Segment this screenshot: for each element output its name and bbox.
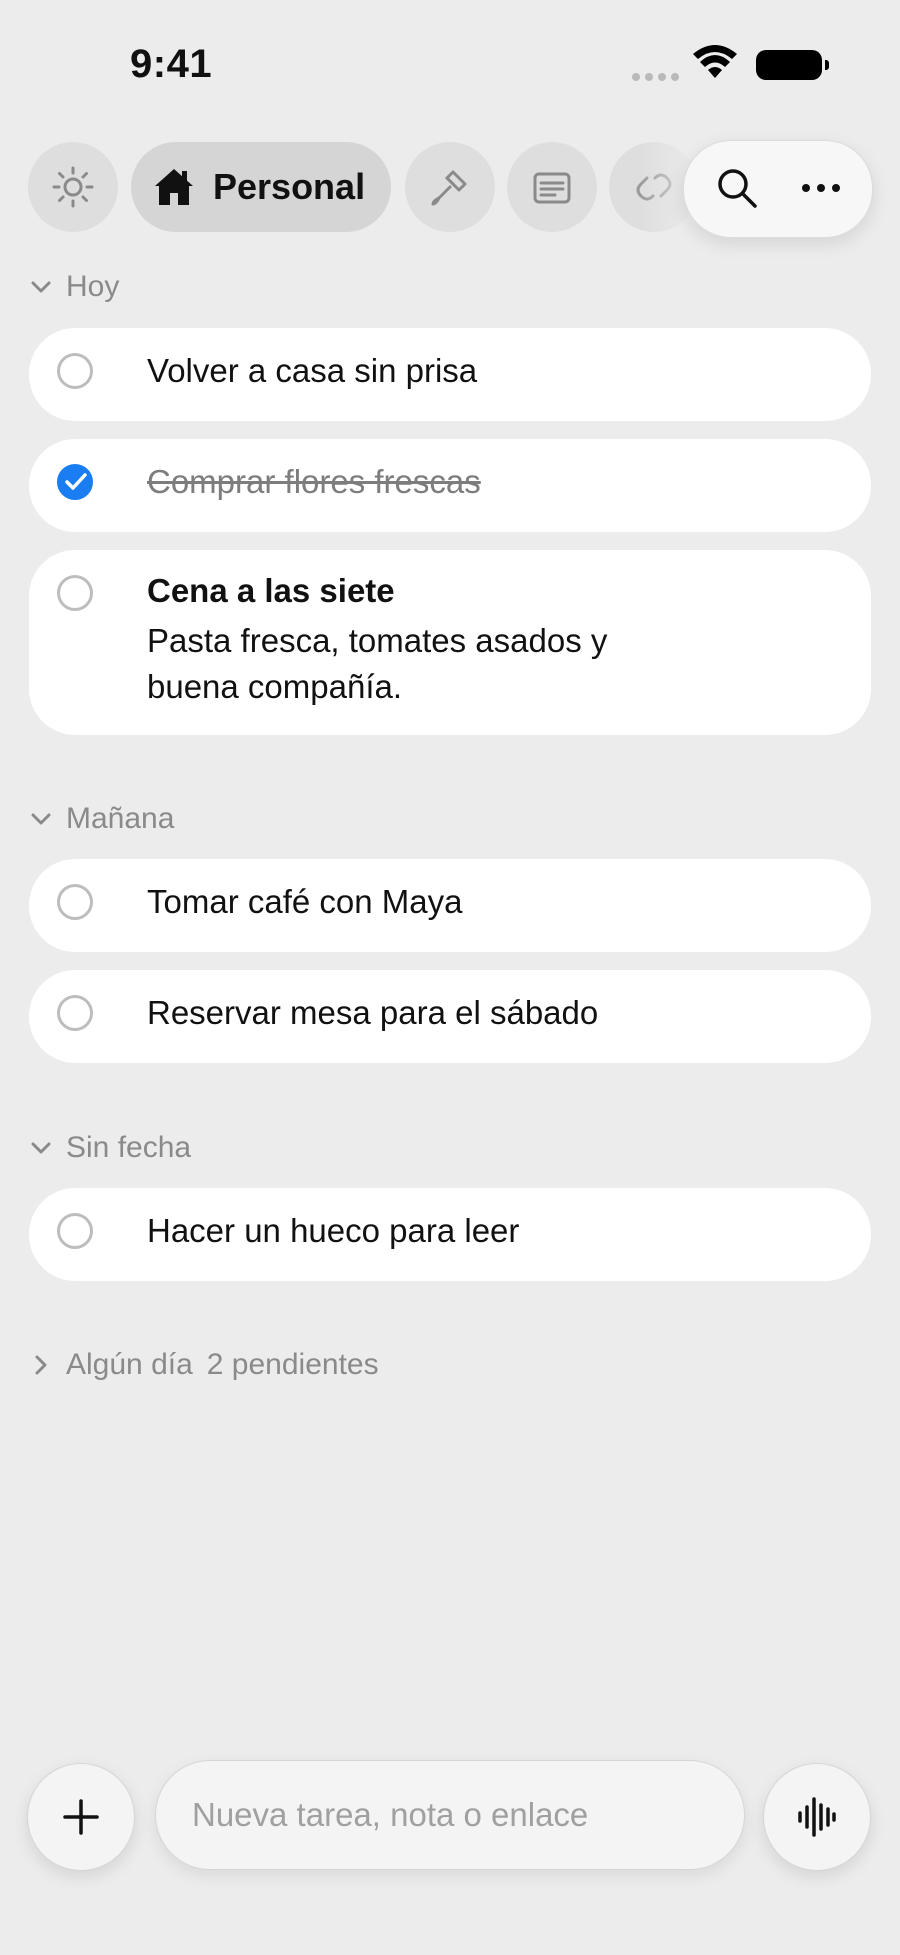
section-header-algun-dia[interactable]: Algún día 2 pendientes <box>30 1348 379 1382</box>
checkmark-icon <box>65 473 87 490</box>
chevron-down-icon <box>30 808 52 830</box>
task-card[interactable]: Tomar café con Maya <box>29 859 871 952</box>
task-checkbox[interactable] <box>57 1213 93 1249</box>
section-header-sin-fecha[interactable]: Sin fecha <box>30 1131 191 1165</box>
task-card[interactable]: Cena a las siete Pasta fresca, tomates a… <box>29 550 871 735</box>
section-title: Mañana <box>66 802 175 835</box>
plus-icon <box>63 1799 99 1835</box>
section-title: Algún día <box>66 1348 193 1381</box>
composer-bar <box>0 1755 900 1875</box>
task-checkbox[interactable] <box>57 884 93 920</box>
list-chip-paintbrush[interactable] <box>405 142 495 232</box>
chevron-down-icon <box>30 276 52 298</box>
cellular-signal-icon <box>632 73 679 81</box>
section-header-manana[interactable]: Mañana <box>30 802 174 836</box>
task-note: Pasta fresca, tomates asados y buena com… <box>147 622 608 705</box>
task-card[interactable]: Comprar flores frescas <box>29 439 871 532</box>
paintbrush-icon <box>431 170 467 206</box>
compose-field[interactable] <box>155 1760 745 1870</box>
list-chip-label: Personal <box>213 166 366 207</box>
status-time: 9:41 <box>130 42 213 86</box>
task-title: Cena a las siete <box>147 572 395 609</box>
list-chip-notes[interactable] <box>507 142 597 232</box>
search-icon <box>718 169 757 208</box>
chevron-down-icon <box>30 1137 52 1159</box>
home-icon <box>155 169 193 205</box>
task-checkbox[interactable] <box>57 575 93 611</box>
section-title: Sin fecha <box>66 1131 192 1164</box>
voice-button[interactable] <box>763 1763 871 1871</box>
task-title: Volver a casa sin prisa <box>147 352 478 389</box>
task-title: Hacer un hueco para leer <box>147 1212 520 1249</box>
section-header-hoy[interactable]: Hoy <box>30 270 119 304</box>
add-button[interactable] <box>27 1763 135 1871</box>
task-card[interactable]: Volver a casa sin prisa <box>29 328 871 421</box>
task-checkbox[interactable] <box>57 995 93 1031</box>
waveform-icon <box>798 1797 836 1837</box>
task-title: Comprar flores frescas <box>147 463 481 500</box>
list-toolbar: Personal <box>0 140 900 240</box>
more-button[interactable] <box>796 163 846 213</box>
battery-icon <box>756 50 829 80</box>
task-checkbox[interactable] <box>57 353 93 389</box>
status-bar: 9:41 <box>0 0 900 120</box>
list-chip-today[interactable] <box>28 142 118 232</box>
task-title: Reservar mesa para el sábado <box>147 994 599 1031</box>
search-button[interactable] <box>712 163 762 213</box>
section-title: Hoy <box>66 270 120 303</box>
task-checkbox-checked[interactable] <box>57 464 93 500</box>
chevron-right-icon <box>30 1354 52 1376</box>
task-title: Tomar café con Maya <box>147 883 463 920</box>
ellipsis-icon <box>802 184 840 192</box>
pending-count: 2 pendientes <box>206 1348 379 1381</box>
sun-icon <box>52 166 94 208</box>
task-card[interactable]: Hacer un hueco para leer <box>29 1188 871 1281</box>
toolbar-actions <box>683 140 873 238</box>
wifi-icon <box>692 44 738 85</box>
notes-icon <box>533 172 571 204</box>
task-card[interactable]: Reservar mesa para el sábado <box>29 970 871 1063</box>
list-chip-personal[interactable]: Personal <box>131 142 391 232</box>
new-task-input[interactable] <box>190 1795 744 1835</box>
